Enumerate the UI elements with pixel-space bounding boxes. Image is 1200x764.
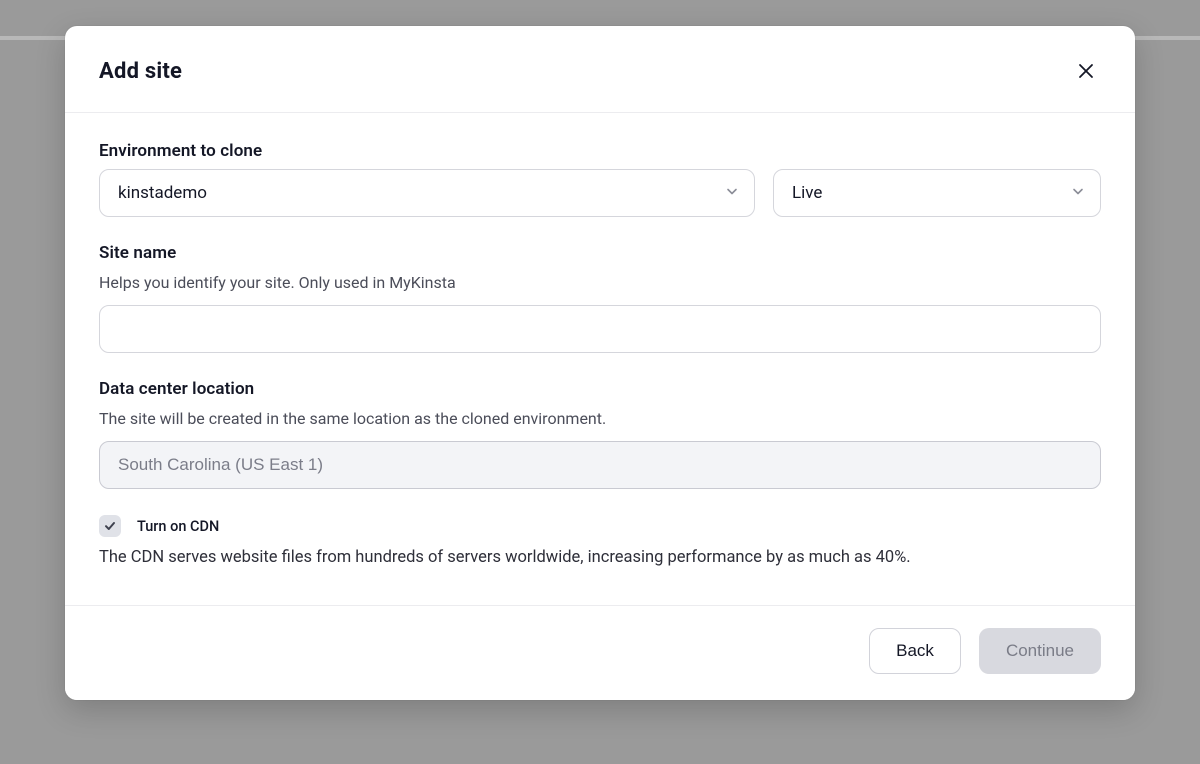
datacenter-input-wrap bbox=[99, 441, 1101, 489]
back-button[interactable]: Back bbox=[869, 628, 961, 674]
clone-env-select-value: Live bbox=[792, 183, 822, 203]
modal-title: Add site bbox=[99, 59, 182, 84]
check-icon bbox=[104, 517, 116, 536]
cdn-description: The CDN serves website files from hundre… bbox=[99, 545, 1101, 571]
datacenter-helper: The site will be created in the same loc… bbox=[99, 407, 1101, 431]
site-name-group: Site name Helps you identify your site. … bbox=[99, 243, 1101, 353]
clone-site-select-value: kinstademo bbox=[118, 183, 207, 203]
close-icon bbox=[1077, 68, 1095, 83]
cdn-checkbox-row: Turn on CDN bbox=[99, 515, 1101, 537]
cdn-checkbox-label: Turn on CDN bbox=[137, 518, 219, 535]
modal-body: Environment to clone kinstademo Live bbox=[65, 113, 1135, 605]
site-name-helper: Helps you identify your site. Only used … bbox=[99, 271, 1101, 295]
environment-to-clone-label: Environment to clone bbox=[99, 141, 1101, 161]
continue-button-label: Continue bbox=[1006, 641, 1074, 661]
cdn-checkbox[interactable] bbox=[99, 515, 121, 537]
environment-to-clone-group: Environment to clone kinstademo Live bbox=[99, 141, 1101, 217]
back-button-label: Back bbox=[896, 641, 934, 661]
site-name-label: Site name bbox=[99, 243, 1101, 263]
site-name-input-wrap bbox=[99, 305, 1101, 353]
close-button[interactable] bbox=[1071, 56, 1101, 86]
datacenter-input bbox=[99, 441, 1101, 489]
continue-button[interactable]: Continue bbox=[979, 628, 1101, 674]
modal-footer: Back Continue bbox=[65, 605, 1135, 700]
clone-site-select[interactable]: kinstademo bbox=[99, 169, 755, 217]
cdn-group: Turn on CDN The CDN serves website files… bbox=[99, 515, 1101, 571]
datacenter-group: Data center location The site will be cr… bbox=[99, 379, 1101, 489]
environment-row: kinstademo Live bbox=[99, 169, 1101, 217]
site-name-input[interactable] bbox=[99, 305, 1101, 353]
datacenter-label: Data center location bbox=[99, 379, 1101, 399]
add-site-modal: Add site Environment to clone kinstademo bbox=[65, 26, 1135, 700]
clone-site-select-wrap: kinstademo bbox=[99, 169, 755, 217]
modal-header: Add site bbox=[65, 26, 1135, 113]
clone-env-select-wrap: Live bbox=[773, 169, 1101, 217]
clone-env-select[interactable]: Live bbox=[773, 169, 1101, 217]
